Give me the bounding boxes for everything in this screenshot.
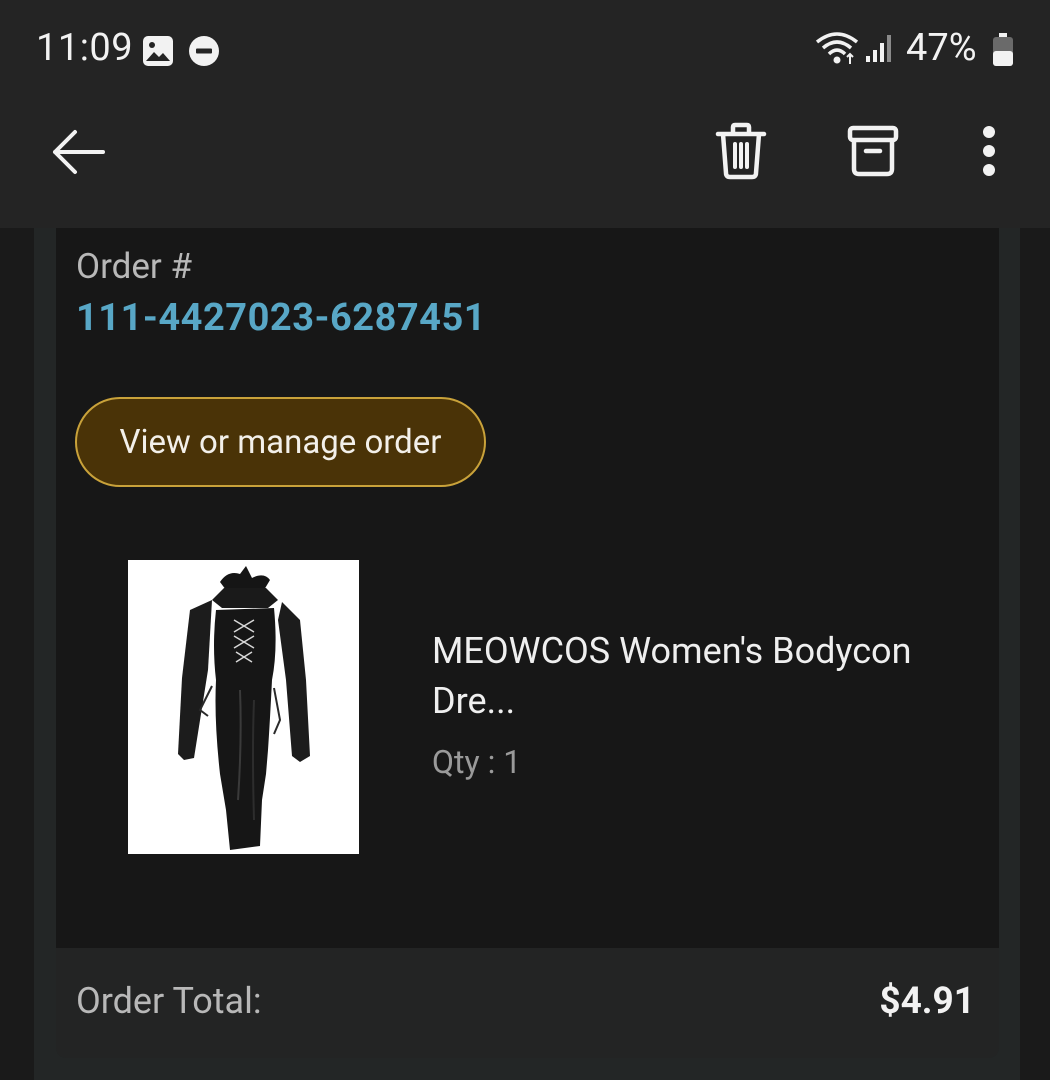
product-title[interactable]: MEOWCOS Women's Bodycon Dre... [432, 626, 972, 726]
email-view: 11:09 47% Order # 111-4427023-6287451 Vi… [0, 0, 1050, 1080]
signal-icon [864, 32, 896, 68]
product-quantity: Qty : 1 [432, 743, 522, 781]
battery-percentage: 47% [906, 26, 977, 70]
back-arrow-icon [53, 130, 105, 174]
battery-icon [992, 33, 1014, 71]
order-total-label: Order Total: [76, 980, 262, 1022]
product-image[interactable] [128, 560, 359, 854]
archive-icon [847, 125, 899, 177]
view-manage-order-button[interactable]: View or manage order [75, 397, 486, 487]
back-button[interactable] [40, 120, 116, 184]
archive-button[interactable] [838, 118, 908, 184]
status-bar: 11:09 47% [0, 0, 1050, 100]
wifi-icon [814, 30, 860, 70]
more-options-icon [983, 126, 995, 176]
more-options-button[interactable] [966, 118, 1012, 184]
delete-button[interactable] [706, 116, 776, 186]
app-bar [0, 100, 1050, 228]
order-label: Order # [76, 246, 193, 287]
gallery-icon [142, 35, 174, 71]
order-total-value: $4.91 [879, 980, 975, 1023]
delete-icon [715, 122, 767, 180]
order-number-link[interactable]: 111-4427023-6287451 [76, 296, 486, 340]
status-time: 11:09 [36, 26, 134, 70]
do-not-disturb-icon [188, 35, 220, 71]
